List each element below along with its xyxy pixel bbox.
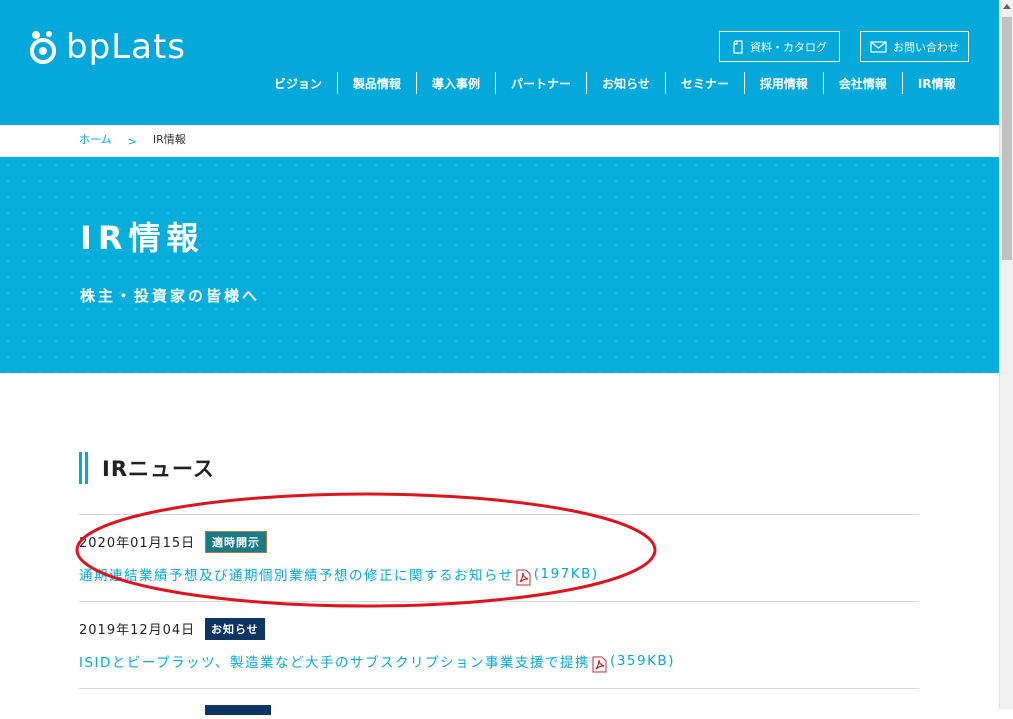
- nav-seminar[interactable]: セミナー: [664, 72, 744, 94]
- news-date: 2020年01月15日: [79, 536, 196, 551]
- news-link[interactable]: 通期連結業績予想及び通期個別業績予想の修正に関するお知らせ (197KB): [79, 564, 599, 585]
- category-badge: [205, 705, 271, 715]
- site-header: bpLats 資料・カタログ お問い合わせ ビジョン 製品情報 導入事例 パート…: [0, 0, 999, 125]
- logo-mark-icon: [30, 31, 56, 64]
- nav-case-studies[interactable]: 導入事例: [416, 72, 495, 94]
- category-badge: 適時開示: [205, 531, 267, 553]
- nav-company[interactable]: 会社情報: [822, 72, 902, 94]
- catalog-button-label: 資料・カタログ: [750, 40, 827, 54]
- file-size: (197KB): [533, 566, 599, 582]
- global-nav: ビジョン 製品情報 導入事例 パートナー お知らせ セミナー 採用情報 会社情報…: [259, 72, 971, 94]
- breadcrumb-separator: >: [127, 134, 137, 148]
- news-title: ISIDとビープラッツ、製造業など大手のサブスクリプション事業支援で提携: [79, 655, 591, 671]
- news-link[interactable]: ISIDとビープラッツ、製造業など大手のサブスクリプション事業支援で提携 (35…: [79, 651, 675, 672]
- page-subtitle: 株主・投資家の皆様へ: [80, 287, 261, 305]
- nav-products[interactable]: 製品情報: [337, 72, 416, 94]
- list-item: [79, 688, 919, 719]
- section-heading: IRニュース: [79, 452, 215, 484]
- list-item: 2020年01月15日 適時開示 通期連結業績予想及び通期個別業績予想の修正に関…: [79, 514, 919, 601]
- breadcrumb-current: IR情報: [152, 133, 186, 146]
- section-title: IRニュース: [102, 457, 215, 481]
- contact-button[interactable]: お問い合わせ: [860, 31, 969, 62]
- logo-text: bpLats: [66, 27, 186, 67]
- breadcrumb-home[interactable]: ホーム: [79, 131, 112, 147]
- mail-icon: [870, 40, 887, 53]
- nav-recruit[interactable]: 採用情報: [743, 72, 823, 94]
- nav-partner[interactable]: パートナー: [495, 72, 586, 94]
- news-date: 2019年12月04日: [79, 623, 196, 638]
- logo[interactable]: bpLats: [28, 26, 186, 68]
- breadcrumb: ホーム > IR情報: [79, 131, 186, 148]
- pdf-icon: [516, 569, 531, 585]
- nav-news[interactable]: お知らせ: [586, 72, 665, 94]
- contact-button-label: お問い合わせ: [893, 40, 959, 54]
- nav-ir[interactable]: IR情報: [901, 72, 971, 94]
- ir-news-list: 2020年01月15日 適時開示 通期連結業績予想及び通期個別業績予想の修正に関…: [79, 514, 919, 719]
- file-size: (359KB): [610, 653, 675, 669]
- hero-banner: IR情報 株主・投資家の皆様へ: [0, 157, 999, 373]
- page-title: IR情報: [80, 219, 205, 257]
- catalog-button[interactable]: 資料・カタログ: [719, 31, 840, 62]
- scroll-up-arrow-icon[interactable]: [1003, 4, 1011, 9]
- scrollbar-thumb[interactable]: [1002, 17, 1012, 260]
- category-badge: お知らせ: [205, 618, 265, 640]
- pdf-icon: [592, 656, 607, 672]
- heading-bar-decoration: [79, 452, 88, 484]
- document-icon: [733, 39, 743, 54]
- nav-vision[interactable]: ビジョン: [259, 72, 337, 94]
- vertical-scrollbar[interactable]: [999, 0, 1013, 709]
- news-title: 通期連結業績予想及び通期個別業績予想の修正に関するお知らせ: [79, 568, 514, 584]
- list-item: 2019年12月04日 お知らせ ISIDとビープラッツ、製造業など大手のサブス…: [79, 601, 919, 688]
